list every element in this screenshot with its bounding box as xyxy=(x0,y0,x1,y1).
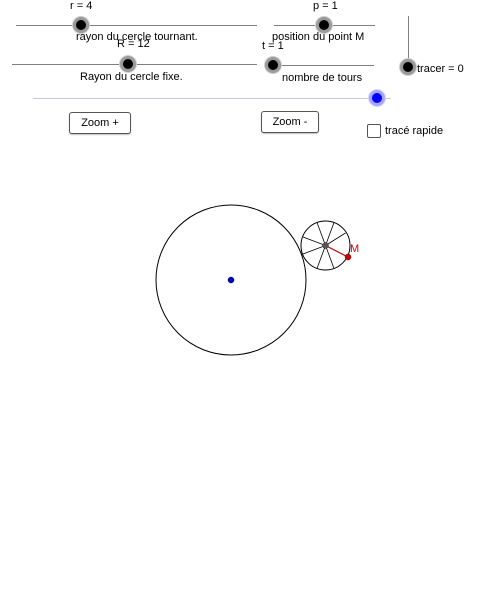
geometry-canvas[interactable]: M xyxy=(0,0,504,613)
rolling-center-point xyxy=(322,242,329,249)
center-point[interactable] xyxy=(227,276,235,284)
point-m-label: M xyxy=(350,243,359,255)
